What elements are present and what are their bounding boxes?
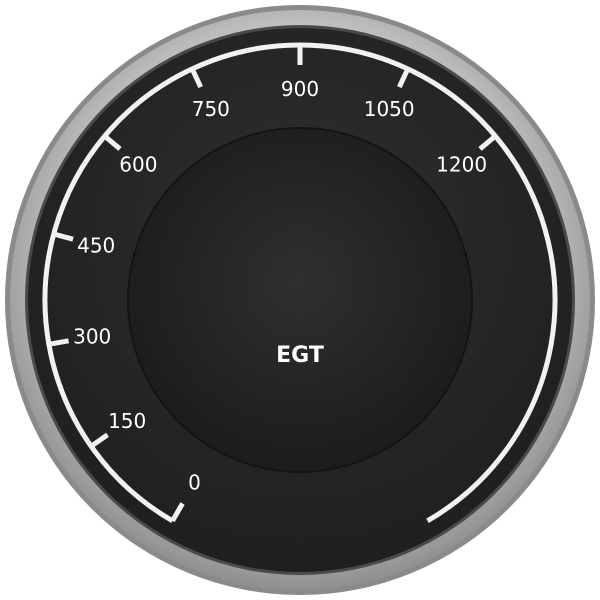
gauge-svg: 0 150 300 450 600 750 900 1050 1200 EGT [5, 5, 595, 595]
scale-tick-label: 900 [281, 77, 319, 101]
scale-tick-label: 450 [77, 233, 115, 257]
scale-tick-label: 0 [188, 471, 201, 495]
scale-tick-label: 1050 [364, 97, 415, 121]
scale-tick-label: 300 [73, 325, 111, 349]
scale-tick-label: 600 [119, 152, 157, 176]
scale-tick-label: 150 [108, 409, 146, 433]
scale-tick [48, 338, 70, 347]
gauge-inner-face [127, 127, 473, 473]
gauge-label: EGT [276, 343, 324, 368]
egt-gauge: 0 150 300 450 600 750 900 1050 1200 EGT [0, 0, 600, 600]
scale-tick-label: 750 [192, 97, 230, 121]
scale-tick-label: 1200 [436, 152, 487, 176]
